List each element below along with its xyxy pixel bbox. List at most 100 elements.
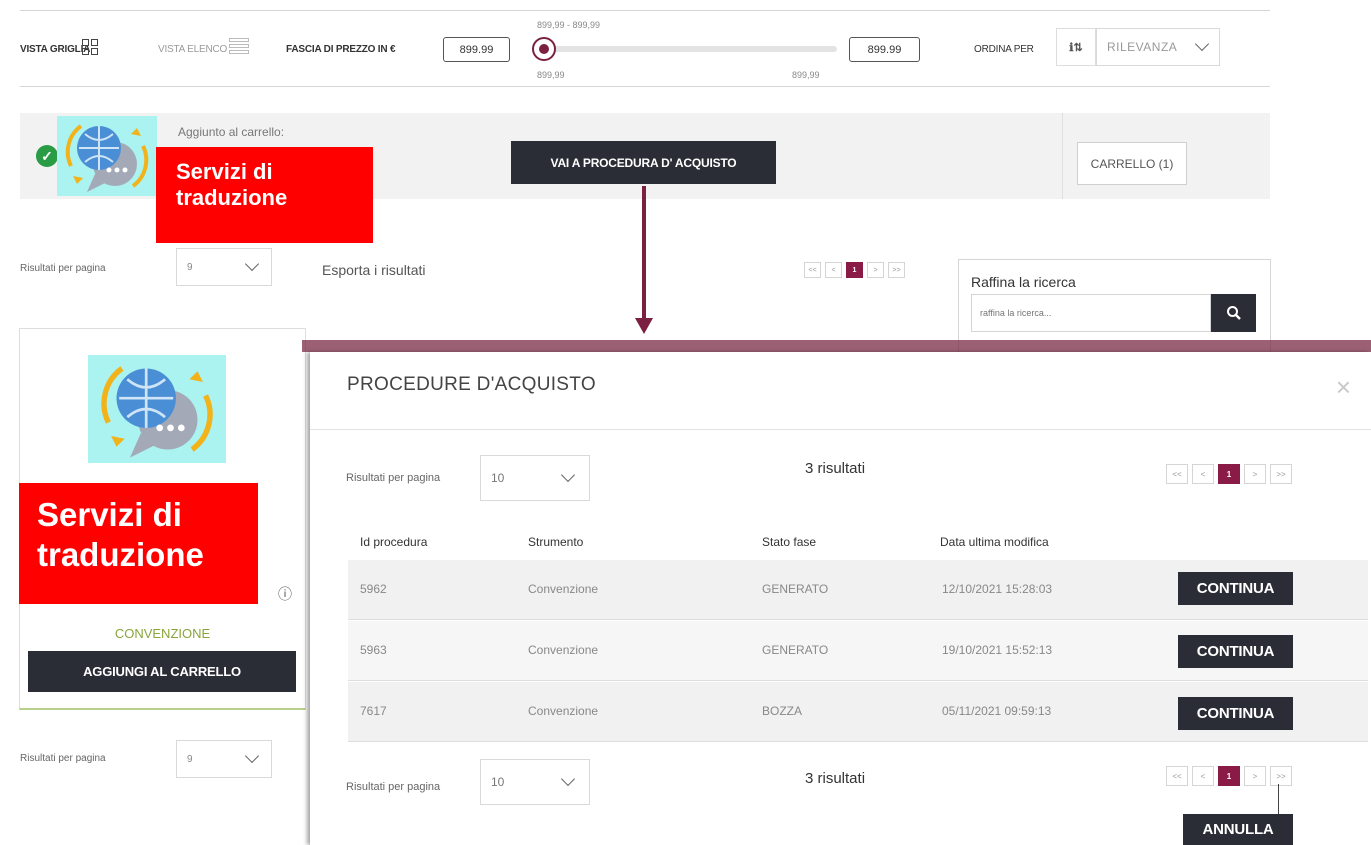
- modal-per-page-select[interactable]: 10: [480, 455, 590, 501]
- modal-title: PROCEDURE D'ACQUISTO: [347, 374, 596, 395]
- cell-tool: Convenzione: [528, 643, 599, 657]
- cell-status: GENERATO: [762, 643, 829, 657]
- modal-header-divider: [310, 429, 1371, 430]
- grid-view-icon[interactable]: [82, 39, 98, 55]
- pager-first[interactable]: <<: [804, 262, 821, 278]
- modal-bottom-results-count: 3 risultati: [805, 770, 866, 787]
- chevron-down-icon: [244, 256, 260, 272]
- slider-max-label: 899,99: [792, 70, 820, 80]
- grid-view-label[interactable]: VISTA GRIGLIA: [20, 44, 90, 55]
- list-view-label[interactable]: VISTA ELENCO: [158, 44, 227, 55]
- pager-next[interactable]: >: [1244, 464, 1266, 484]
- globe-chat-icon: [101, 366, 213, 458]
- column-header-id: Id procedura: [360, 535, 428, 549]
- slider-min-label: 899,99: [537, 70, 565, 80]
- bottom-per-page-value: 9: [187, 753, 193, 765]
- cart-button[interactable]: CARRELLO (1): [1077, 142, 1187, 185]
- modal-pagination-bottom: << < 1 > >>: [1166, 766, 1292, 786]
- added-to-cart-text: Aggiunto al carrello:: [178, 125, 285, 139]
- chevron-down-icon: [560, 467, 576, 483]
- search-button[interactable]: [1211, 294, 1256, 332]
- continue-button[interactable]: CONTINUA: [1178, 635, 1293, 668]
- continue-button[interactable]: CONTINUA: [1178, 697, 1293, 730]
- pager-last[interactable]: >>: [1270, 464, 1292, 484]
- modal-per-page-value: 10: [491, 471, 505, 485]
- chevron-down-icon: [560, 771, 576, 787]
- price-min-input[interactable]: 899.99: [443, 37, 510, 62]
- bottom-per-page-label: Risultati per pagina: [20, 753, 106, 764]
- add-to-cart-button[interactable]: AGGIUNGI AL CARRELLO: [28, 651, 296, 692]
- refine-search-title: Raffina la ricerca: [971, 274, 1076, 290]
- pagination-top: << < 1 > >>: [804, 262, 905, 278]
- globe-chat-icon: [65, 124, 149, 192]
- close-icon[interactable]: ×: [1336, 372, 1351, 403]
- cell-id: 5963: [360, 643, 387, 657]
- pager-prev[interactable]: <: [825, 262, 842, 278]
- price-range-label: FASCIA DI PREZZO IN €: [286, 44, 396, 55]
- column-header-date: Data ultima modifica: [940, 535, 1049, 549]
- bottom-per-page-select[interactable]: 9: [176, 740, 272, 778]
- price-slider-handle[interactable]: [532, 37, 556, 61]
- page: VISTA GRIGLIA VISTA ELENCO FASCIA DI PRE…: [0, 0, 1371, 845]
- table-row: 7617 Convenzione BOZZA 05/11/2021 09:59:…: [348, 682, 1368, 742]
- service-logo-large: [88, 355, 226, 463]
- price-slider-track[interactable]: [542, 46, 837, 52]
- column-header-tool: Strumento: [528, 535, 584, 549]
- sort-order-icon[interactable]: ℹ⇅: [1056, 28, 1096, 66]
- cell-date: 12/10/2021 15:28:03: [942, 582, 1053, 596]
- card-service-name: Servizi di traduzione: [19, 483, 258, 604]
- pager-first[interactable]: <<: [1166, 464, 1188, 484]
- cell-id: 7617: [360, 704, 387, 718]
- chevron-down-icon: [244, 748, 260, 764]
- sort-select-value: RILEVANZA: [1107, 40, 1178, 54]
- pager-page-1[interactable]: 1: [1218, 464, 1240, 484]
- list-view-icon[interactable]: [229, 38, 249, 54]
- price-max-input[interactable]: 899.99: [849, 37, 920, 62]
- per-page-label: Risultati per pagina: [20, 263, 106, 274]
- sort-select[interactable]: RILEVANZA: [1096, 28, 1220, 66]
- cell-id: 5962: [360, 582, 387, 596]
- pager-page-1[interactable]: 1: [846, 262, 863, 278]
- notice-divider: [1062, 113, 1063, 199]
- cell-tool: Convenzione: [528, 582, 599, 596]
- per-page-select[interactable]: 9: [176, 248, 272, 286]
- cancel-button[interactable]: ANNULLA: [1183, 814, 1293, 845]
- table-row: 5963 Convenzione GENERATO 19/10/2021 15:…: [348, 621, 1368, 681]
- modal-pagination-top: << < 1 > >>: [1166, 464, 1292, 484]
- column-header-status: Stato fase: [762, 535, 817, 549]
- flow-arrow-shaft: [642, 186, 646, 320]
- chevron-down-icon: [1194, 36, 1210, 52]
- callout-leader-line: [1278, 784, 1279, 816]
- pager-next[interactable]: >: [867, 262, 884, 278]
- pager-last[interactable]: >>: [888, 262, 905, 278]
- per-page-value: 9: [187, 261, 193, 273]
- pager-prev[interactable]: <: [1192, 464, 1214, 484]
- service-name-label: Servizi di traduzione: [156, 147, 373, 243]
- cell-tool: Convenzione: [528, 704, 599, 718]
- table-row: 5962 Convenzione GENERATO 12/10/2021 15:…: [348, 560, 1368, 620]
- pager-next[interactable]: >: [1244, 766, 1266, 786]
- cell-status: GENERATO: [762, 582, 829, 596]
- export-results-link[interactable]: Esporta i risultati: [322, 262, 425, 278]
- checkout-procedure-button[interactable]: VAI A PROCEDURA D' ACQUISTO: [511, 141, 776, 184]
- info-icon[interactable]: ⓘ: [278, 584, 292, 604]
- sort-label: ORDINA PER: [974, 44, 1034, 55]
- pager-last[interactable]: >>: [1270, 766, 1292, 786]
- card-type-label: CONVENZIONE: [114, 626, 211, 641]
- modal-bottom-per-page-value: 10: [491, 775, 505, 789]
- modal-per-page-label: Risultati per pagina: [346, 472, 441, 484]
- pager-prev[interactable]: <: [1192, 766, 1214, 786]
- cell-date: 19/10/2021 15:52:13: [942, 643, 1053, 657]
- cell-date: 05/11/2021 09:59:13: [942, 704, 1052, 718]
- arrow-down-icon: [635, 318, 653, 334]
- modal-bottom-per-page-select[interactable]: 10: [480, 759, 590, 805]
- service-logo-small: [57, 116, 157, 196]
- refine-search-input[interactable]: [971, 294, 1211, 332]
- pager-first[interactable]: <<: [1166, 766, 1188, 786]
- pager-page-1[interactable]: 1: [1218, 766, 1240, 786]
- price-range-readout: 899,99 - 899,99: [537, 20, 601, 30]
- modal-backdrop-strip: [302, 340, 1371, 352]
- continue-button[interactable]: CONTINUA: [1178, 572, 1293, 605]
- modal-results-count: 3 risultati: [805, 460, 866, 477]
- purchase-procedures-modal: PROCEDURE D'ACQUISTO × Risultati per pag…: [310, 352, 1371, 845]
